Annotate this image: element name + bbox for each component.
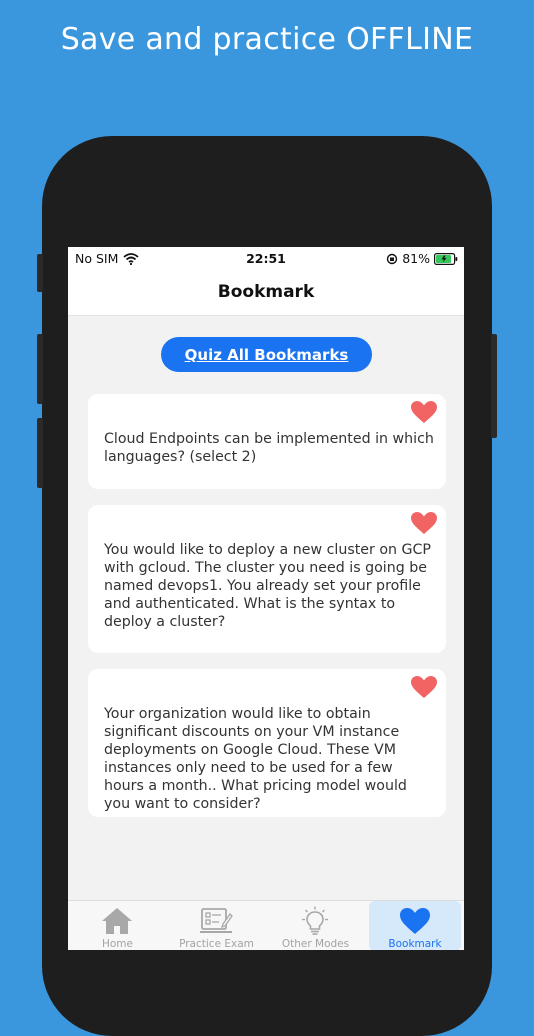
phone-side-button <box>37 418 43 488</box>
tab-label: Bookmark <box>388 938 442 950</box>
phone-side-button <box>37 334 43 404</box>
tab-label: Other Modes <box>281 938 350 950</box>
quiz-all-bookmarks-button[interactable]: Quiz All Bookmarks <box>161 337 372 372</box>
tab-other-modes[interactable]: Other Modes <box>266 901 365 950</box>
bookmark-card[interactable]: Cloud Endpoints can be implemented in wh… <box>88 394 446 489</box>
question-text: You would like to deploy a new cluster o… <box>104 542 431 630</box>
heart-icon[interactable] <box>410 511 438 535</box>
heart-icon[interactable] <box>410 400 438 424</box>
tab-bookmark[interactable]: Bookmark <box>369 901 461 950</box>
phone-side-button <box>491 334 497 438</box>
app-screen: No SIM 22:51 81% Bookmark Quiz All Bookm… <box>68 247 464 950</box>
orientation-lock-icon <box>387 253 398 264</box>
question-text: Your organization would like to obtain s… <box>104 706 407 812</box>
lightbulb-icon <box>302 906 328 935</box>
battery-percent: 81% <box>402 251 430 266</box>
heart-icon[interactable] <box>410 675 438 699</box>
bookmark-card[interactable]: You would like to deploy a new cluster o… <box>88 505 446 653</box>
tab-label: Practice Exam <box>179 938 254 950</box>
question-text: Cloud Endpoints can be implemented in wh… <box>104 431 434 465</box>
tab-label: Home <box>101 938 133 950</box>
tab-bar: Home Practice Exam Other Modes Bookmark <box>68 900 464 950</box>
phone-side-button <box>37 254 43 292</box>
bookmark-card[interactable]: Your organization would like to obtain s… <box>88 669 446 817</box>
page-title: Bookmark <box>68 269 464 316</box>
exam-icon <box>200 908 233 933</box>
promo-headline: Save and practice OFFLINE <box>60 22 474 57</box>
status-bar: No SIM 22:51 81% <box>68 247 464 269</box>
heart-icon <box>400 908 430 934</box>
tab-home[interactable]: Home <box>68 901 167 950</box>
home-icon <box>102 908 132 934</box>
tab-practice-exam[interactable]: Practice Exam <box>167 901 266 950</box>
battery-icon <box>434 252 458 265</box>
